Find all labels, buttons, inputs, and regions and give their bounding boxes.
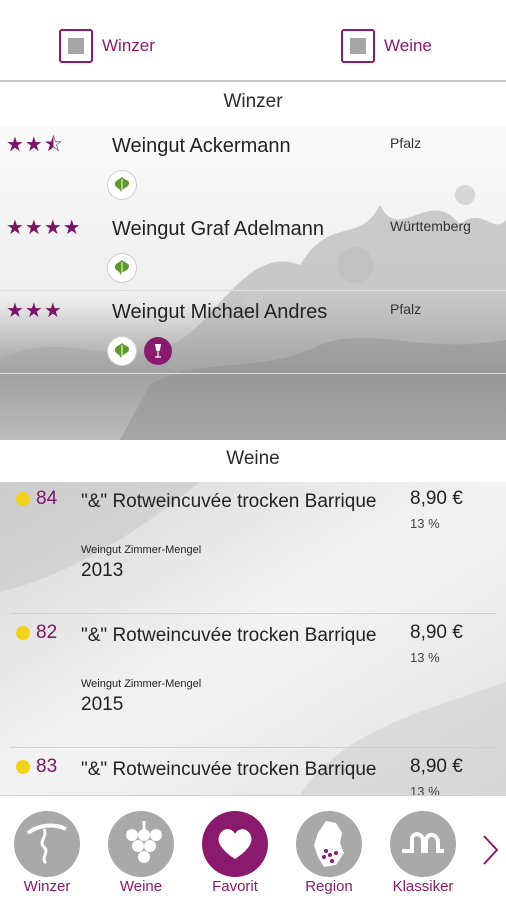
wine-score: 82 xyxy=(36,622,58,643)
wine-price: 8,90 € xyxy=(410,756,463,777)
grape-leaf-icon xyxy=(108,171,136,199)
winzer-row[interactable]: ★★⯪ Weingut Ackermann Pfalz xyxy=(0,125,506,208)
wine-glass-icon xyxy=(144,337,172,365)
wine-row[interactable]: 83 "&" Rotweincuvée trocken Barrique 8,9… xyxy=(0,748,506,795)
filter-bar: Winzer Weine xyxy=(0,0,506,82)
wine-year: 2015 xyxy=(81,694,124,715)
wine-year: 2013 xyxy=(81,560,124,581)
filter-weine-checkbox[interactable]: Weine xyxy=(341,28,432,64)
grape-leaf-icon xyxy=(108,337,136,365)
filter-weine-label: Weine xyxy=(384,36,432,55)
checkbox-box[interactable] xyxy=(59,29,93,63)
rating-dot xyxy=(16,760,30,774)
wine-producer: Weingut Zimmer-Mengel xyxy=(81,544,202,556)
wine-alcohol: 13 % xyxy=(410,516,440,531)
rating-dot xyxy=(16,492,30,506)
wine-title: "&" Rotweincuvée trocken Barrique xyxy=(81,491,377,512)
rating-stars: ★★⯪ xyxy=(6,134,64,156)
klassiker-icon xyxy=(390,811,456,877)
nav-label: Favorit xyxy=(212,878,258,895)
winzer-region: Württemberg xyxy=(390,218,471,234)
winzer-name: Weingut Ackermann xyxy=(112,135,291,157)
filter-winzer-checkbox[interactable]: Winzer xyxy=(59,28,155,64)
wine-producer: Weingut Zimmer-Mengel xyxy=(81,678,202,690)
wine-title: "&" Rotweincuvée trocken Barrique xyxy=(81,759,377,780)
wine-score: 84 xyxy=(36,488,58,509)
filter-winzer-label: Winzer xyxy=(102,36,155,55)
nav-label: Winzer xyxy=(23,878,71,895)
wine-score: 83 xyxy=(36,756,58,777)
winzer-name: Weingut Michael Andres xyxy=(112,301,328,323)
wine-row[interactable]: 82 "&" Rotweincuvée trocken Barrique Wei… xyxy=(0,614,506,748)
chevron-right-icon[interactable] xyxy=(480,830,502,870)
nav-label: Weine xyxy=(119,878,163,895)
wine-price: 8,90 € xyxy=(410,488,463,509)
winzer-name: Weingut Graf Adelmann xyxy=(112,218,324,240)
wine-title: "&" Rotweincuvée trocken Barrique xyxy=(81,625,377,646)
nav-label: Region xyxy=(305,878,353,895)
wine-alcohol: 13 % xyxy=(410,784,440,795)
bottom-navigation: Winzer Weine Favorit Region Klassiker xyxy=(0,795,506,901)
wine-price: 8,90 € xyxy=(410,622,463,643)
grape-leaf-icon xyxy=(108,254,136,282)
winzer-row[interactable]: ★★★ Weingut Michael Andres Pfalz xyxy=(0,291,506,374)
winzer-region: Pfalz xyxy=(390,301,422,317)
wine-row[interactable]: 84 "&" Rotweincuvée trocken Barrique Wei… xyxy=(0,480,506,614)
wine-alcohol: 13 % xyxy=(410,650,440,665)
rating-stars: ★★★ xyxy=(6,300,63,322)
winzer-row[interactable]: ★★★★ Weingut Graf Adelmann Württemberg xyxy=(0,208,506,291)
rating-stars: ★★★★ xyxy=(6,217,82,239)
germany-map-icon xyxy=(296,811,362,877)
winzer-section-title: Winzer xyxy=(223,91,283,112)
nav-label: Klassiker xyxy=(392,878,454,895)
grapes-icon xyxy=(108,811,174,877)
rating-dot xyxy=(16,626,30,640)
checkbox-box[interactable] xyxy=(341,29,375,63)
weine-section-title: Weine xyxy=(226,448,280,469)
heart-icon xyxy=(202,811,268,877)
winzer-region: Pfalz xyxy=(390,135,422,151)
corkscrew-icon xyxy=(14,811,80,877)
